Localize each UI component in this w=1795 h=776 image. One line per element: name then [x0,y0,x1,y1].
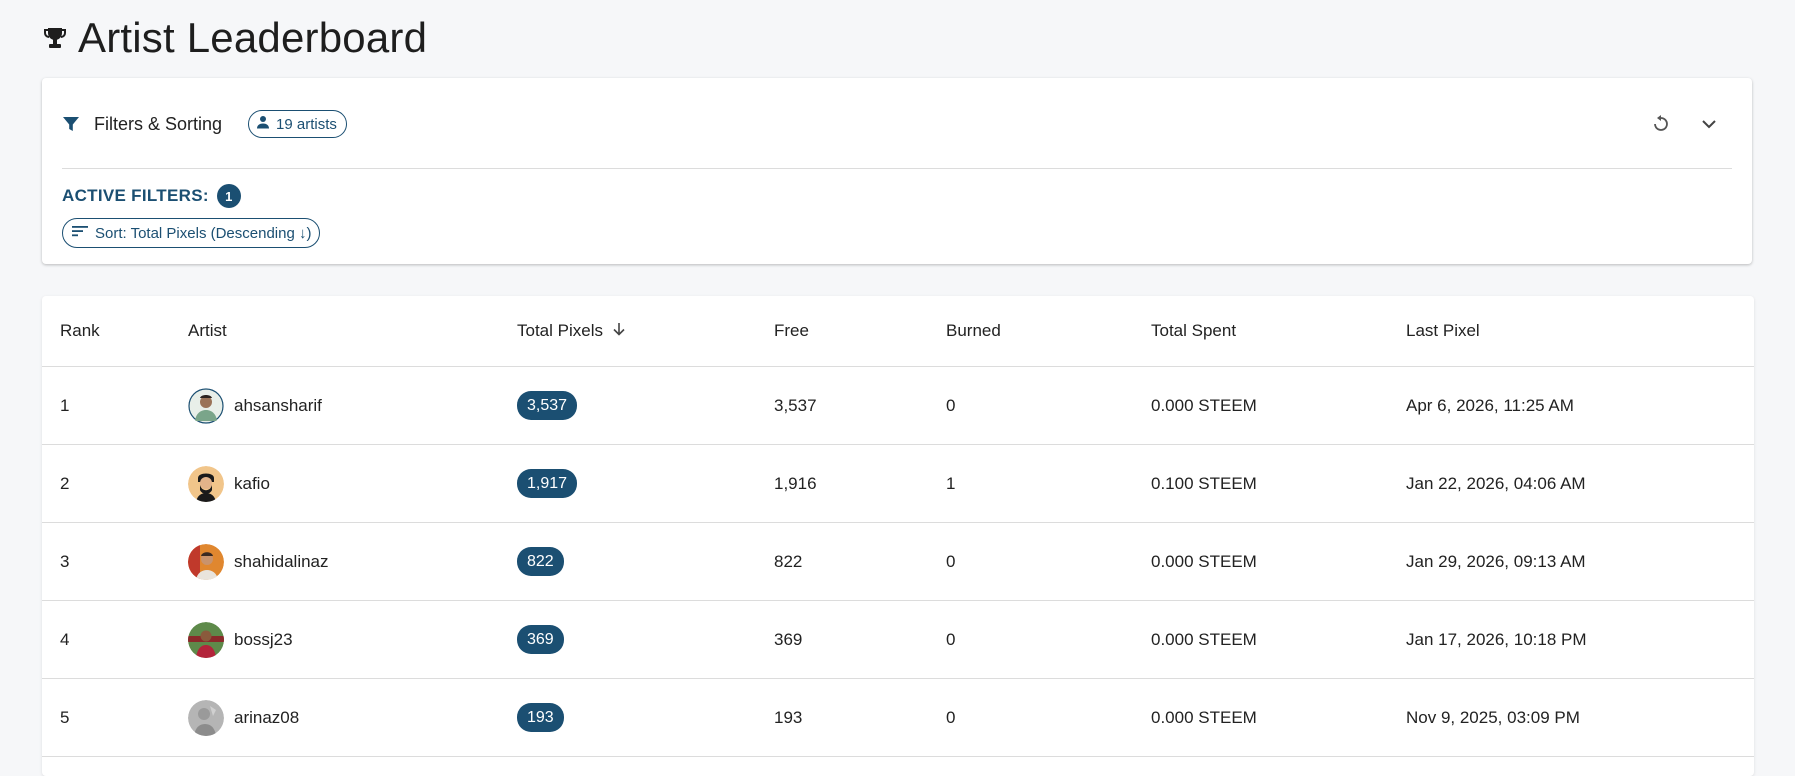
last-pixel-cell: Jan 22, 2026, 04:06 AM [1406,444,1754,523]
free-cell: 193 [774,678,946,757]
artist-name[interactable]: arinaz08 [234,708,299,728]
free-cell: 3,537 [774,366,946,445]
artist-cell: bossj23 [188,600,517,679]
artist-name[interactable]: bossj23 [234,630,293,650]
burned-cell: 0 [946,600,1151,679]
total-pixels-badge: 822 [517,547,564,576]
total-pixels-badge: 369 [517,625,564,654]
rank-cell: 5 [42,678,188,757]
last-pixel-cell: Nov 9, 2025, 03:09 PM [1406,678,1754,757]
leaderboard-page: Artist Leaderboard Filters & Sorting 19 … [0,0,1795,776]
person-icon [256,115,270,133]
total-spent-cell: 0.000 STEEM [1151,522,1406,601]
total-pixels-badge: 193 [517,703,564,732]
last-pixel-cell: Apr 6, 2026, 11:25 AM [1406,366,1754,445]
header-rank[interactable]: Rank [42,296,188,367]
artist-count-label: 19 artists [276,115,337,133]
burned-cell: 0 [946,366,1151,445]
sort-chip-label: Sort: Total Pixels (Descending ↓) [95,224,312,242]
total-pixels-cell: 369 [517,600,774,679]
artist-name[interactable]: kafio [234,474,270,494]
chevron-down-icon[interactable] [1696,111,1722,137]
total-pixels-badge: 1,917 [517,469,578,498]
active-filters: ACTIVE FILTERS: 1 [62,184,241,208]
page-title: Artist Leaderboard [78,14,428,61]
header-last-pixel[interactable]: Last Pixel [1406,296,1754,367]
header-artist[interactable]: Artist [188,296,517,367]
header-free[interactable]: Free [774,296,946,367]
total-spent-cell: 0.100 STEEM [1151,444,1406,523]
artist-cell: arinaz08 [188,678,517,757]
burned-cell: 0 [946,678,1151,757]
avatar[interactable] [188,465,224,502]
table-row[interactable]: 4 bossj23 369 369 0 0.000 STEEM Jan 17, … [42,600,1754,679]
avatar[interactable] [188,621,224,658]
table-header-row: Rank Artist Total Pixels Free Burned Tot… [42,296,1754,367]
total-pixels-cell: 193 [517,678,774,757]
filters-divider [62,168,1732,169]
header-total-spent[interactable]: Total Spent [1151,296,1406,367]
avatar[interactable] [188,387,224,424]
active-filters-count: 1 [216,184,241,208]
total-pixels-cell: 822 [517,522,774,601]
trophy-icon [42,25,68,51]
total-pixels-cell: 1,917 [517,444,774,523]
page-header: Artist Leaderboard [42,14,427,62]
rank-cell: 2 [42,444,188,523]
artist-name[interactable]: ahsansharif [234,396,322,416]
sort-icon [71,224,89,242]
last-pixel-cell: Jan 17, 2026, 10:18 PM [1406,600,1754,679]
avatar[interactable] [188,543,224,580]
artist-cell: kafio [188,444,517,523]
rank-cell: 4 [42,600,188,679]
sort-chip[interactable]: Sort: Total Pixels (Descending ↓) [62,218,321,248]
last-pixel-cell: Jan 29, 2026, 09:13 AM [1406,522,1754,601]
filter-icon [62,113,84,135]
total-pixels-cell: 3,537 [517,366,774,445]
header-total-pixels[interactable]: Total Pixels [517,296,774,367]
burned-cell: 0 [946,522,1151,601]
total-spent-cell: 0.000 STEEM [1151,678,1406,757]
filters-title: Filters & Sorting [94,113,223,134]
filters-header[interactable]: Filters & Sorting 19 artists [62,104,1732,144]
artist-cell: ahsansharif [188,366,517,445]
artist-count-chip: 19 artists [248,110,347,138]
rank-cell: 3 [42,522,188,601]
burned-cell: 1 [946,444,1151,523]
arrow-down-icon [611,321,627,342]
filters-card: Filters & Sorting 19 artists ACTIVE FILT… [42,78,1752,264]
leaderboard-table-card: Rank Artist Total Pixels Free Burned Tot… [42,296,1754,776]
artist-cell: shahidalinaz [188,522,517,601]
total-spent-cell: 0.000 STEEM [1151,366,1406,445]
rank-cell: 1 [42,366,188,445]
reset-icon[interactable] [1648,111,1674,137]
leaderboard-table: Rank Artist Total Pixels Free Burned Tot… [42,296,1754,757]
total-spent-cell: 0.000 STEEM [1151,600,1406,679]
avatar[interactable] [188,699,224,736]
active-filters-label: ACTIVE FILTERS: [62,186,209,205]
artist-name[interactable]: shahidalinaz [234,552,329,572]
header-total-pixels-label: Total Pixels [517,321,603,340]
table-row[interactable]: 3 shahidalinaz 822 822 0 0.000 STEEM Jan… [42,522,1754,601]
table-row[interactable]: 5 arinaz08 193 193 0 0.000 STEEM Nov 9, … [42,678,1754,757]
header-burned[interactable]: Burned [946,296,1151,367]
filters-actions [1648,111,1722,137]
free-cell: 1,916 [774,444,946,523]
table-row[interactable]: 1 ahsansharif 3,537 3,537 0 0.000 STEEM … [42,366,1754,445]
total-pixels-badge: 3,537 [517,391,578,420]
free-cell: 822 [774,522,946,601]
table-row[interactable]: 2 kafio 1,917 1,916 1 0.100 STEEM Jan 22… [42,444,1754,523]
free-cell: 369 [774,600,946,679]
